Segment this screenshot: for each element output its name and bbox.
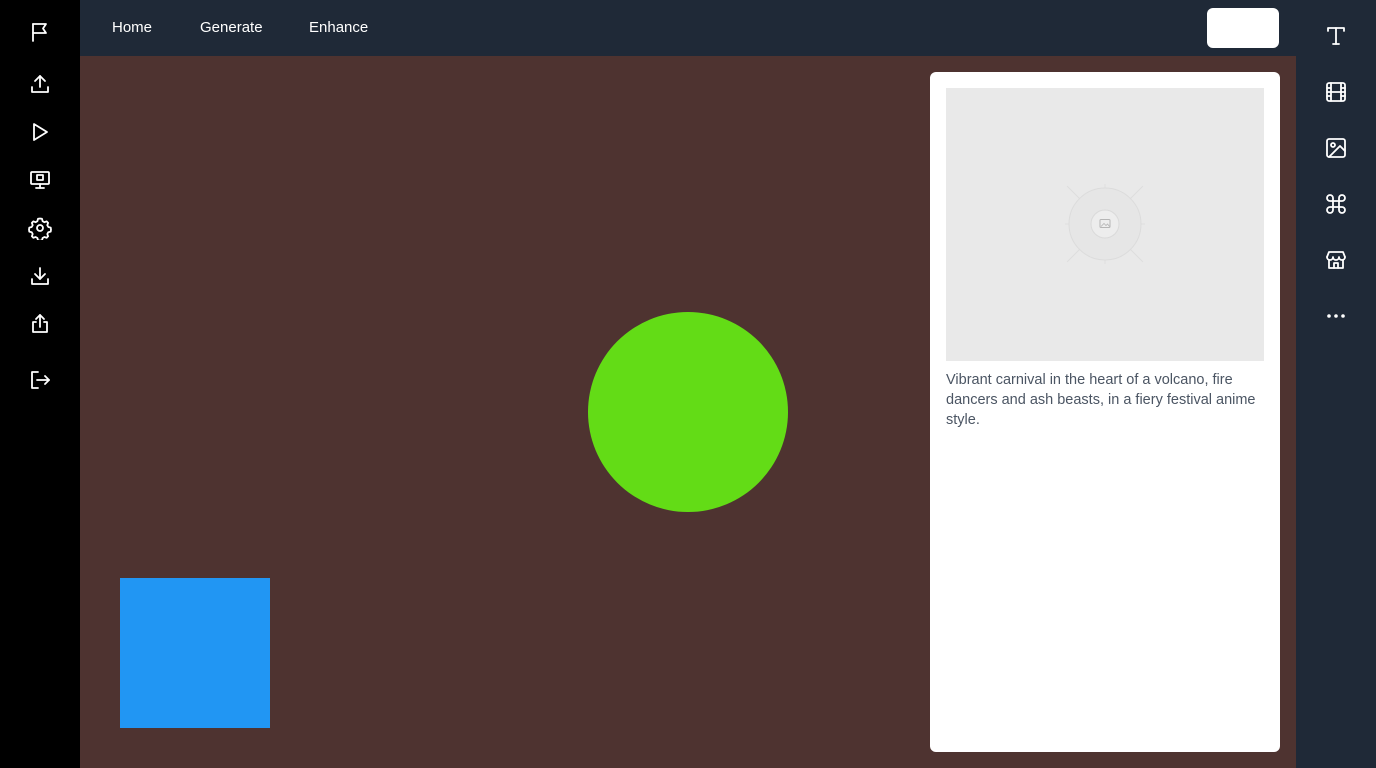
share-icon[interactable] xyxy=(28,312,52,336)
film-icon[interactable] xyxy=(1324,80,1348,104)
top-action-button[interactable] xyxy=(1207,8,1279,48)
image-caption: Vibrant carnival in the heart of a volca… xyxy=(946,372,1256,428)
image-placeholder xyxy=(946,88,1264,361)
nav-generate-link[interactable]: Generate xyxy=(200,18,263,38)
nav-enhance-link[interactable]: Enhance xyxy=(309,18,368,38)
store-icon[interactable] xyxy=(1324,248,1348,272)
logout-icon[interactable] xyxy=(28,368,52,392)
top-navbar: Home Generate Enhance xyxy=(80,0,1296,56)
image-icon[interactable] xyxy=(1324,136,1348,160)
upload-icon[interactable] xyxy=(28,72,52,96)
play-icon[interactable] xyxy=(28,120,52,144)
left-sidebar xyxy=(0,0,80,768)
nav-home-link[interactable]: Home xyxy=(112,18,152,38)
presentation-icon[interactable] xyxy=(28,168,52,192)
right-toolbar xyxy=(1296,0,1376,768)
canvas-square-shape[interactable] xyxy=(120,578,270,728)
command-icon[interactable] xyxy=(1324,192,1348,216)
text-icon[interactable] xyxy=(1324,24,1348,48)
more-icon[interactable] xyxy=(1324,304,1348,328)
gear-icon[interactable] xyxy=(28,216,52,240)
preview-panel: Vibrant carnival in the heart of a volca… xyxy=(930,72,1280,752)
image-placeholder-graphic xyxy=(1065,184,1145,264)
download-icon[interactable] xyxy=(28,264,52,288)
canvas-circle-shape[interactable] xyxy=(588,312,788,512)
flag-icon[interactable] xyxy=(28,20,52,44)
